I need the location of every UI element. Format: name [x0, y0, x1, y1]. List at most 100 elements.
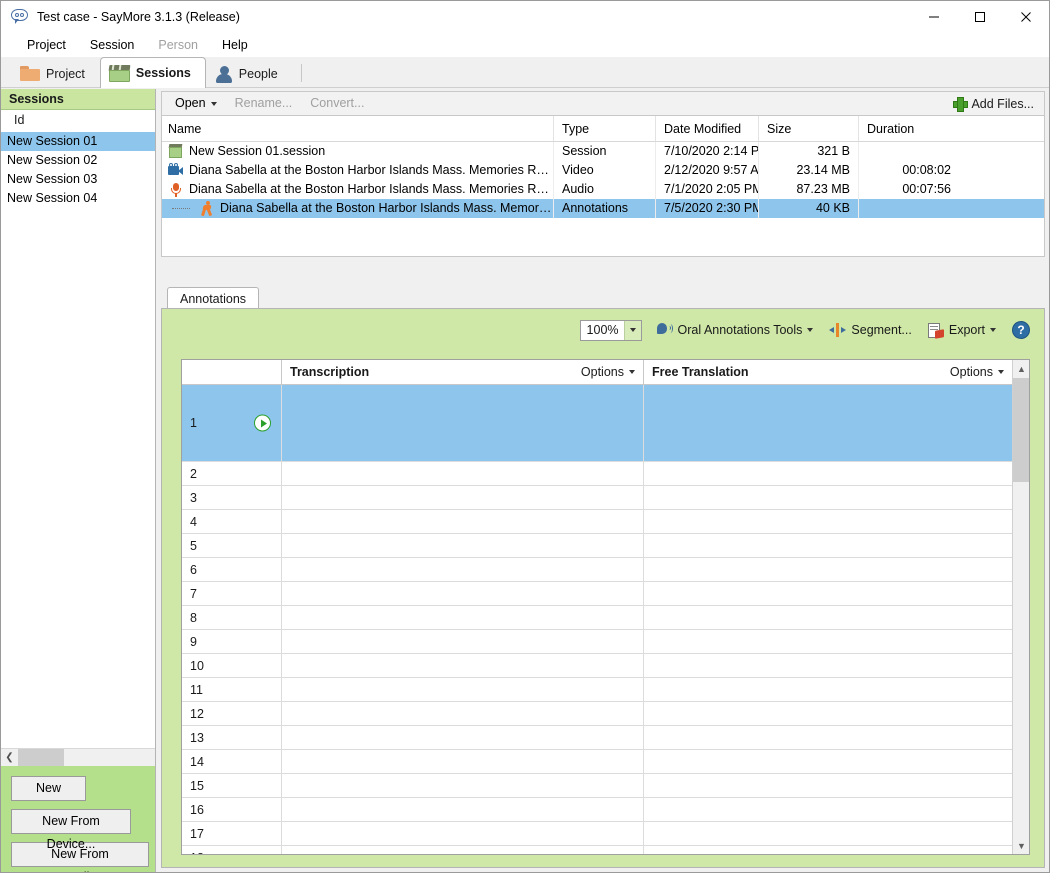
scroll-left-icon[interactable]: ❮: [1, 749, 18, 766]
transcription-cell[interactable]: [282, 702, 644, 725]
free-translation-cell[interactable]: [644, 726, 1012, 749]
transcription-cell[interactable]: [282, 750, 644, 773]
table-row[interactable]: Diana Sabella at the Boston Harbor Islan…: [162, 161, 1044, 180]
transcription-cell[interactable]: [282, 510, 644, 533]
free-translation-cell[interactable]: [644, 385, 1012, 461]
transcription-row[interactable]: 8: [182, 606, 1012, 630]
col-header-duration[interactable]: Duration: [859, 116, 959, 141]
sidebar-item-new-session-03[interactable]: New Session 03: [1, 170, 155, 189]
transcription-cell[interactable]: [282, 582, 644, 605]
free-translation-cell[interactable]: [644, 606, 1012, 629]
transcription-cell[interactable]: [282, 822, 644, 845]
transcription-row[interactable]: 18: [182, 846, 1012, 854]
transcription-cell[interactable]: [282, 462, 644, 485]
col-header-date-modified[interactable]: Date Modified: [656, 116, 759, 141]
transcription-row[interactable]: 16: [182, 798, 1012, 822]
free-translation-cell[interactable]: [644, 798, 1012, 821]
transcription-cell[interactable]: [282, 846, 644, 854]
col-header-type[interactable]: Type: [554, 116, 656, 141]
scroll-up-icon[interactable]: ▲: [1013, 360, 1029, 377]
transcription-row[interactable]: 7: [182, 582, 1012, 606]
sidebar-item-new-session-02[interactable]: New Session 02: [1, 151, 155, 170]
free-translation-cell[interactable]: [644, 822, 1012, 845]
free-translation-cell[interactable]: [644, 630, 1012, 653]
tab-project[interactable]: Project: [11, 59, 100, 88]
help-question-icon[interactable]: ?: [1012, 321, 1030, 339]
chevron-down-icon[interactable]: [623, 320, 641, 340]
col-header-size[interactable]: Size: [759, 116, 859, 141]
transcription-vertical-scrollbar[interactable]: ▲ ▼: [1012, 360, 1029, 854]
transcription-row[interactable]: 4: [182, 510, 1012, 534]
segment-button[interactable]: Segment...: [821, 318, 919, 342]
play-icon[interactable]: [254, 414, 271, 432]
table-row[interactable]: New Session 01.session Session 7/10/2020…: [162, 142, 1044, 161]
free-translation-cell[interactable]: [644, 510, 1012, 533]
col-header-name[interactable]: Name: [162, 116, 554, 141]
transcription-row[interactable]: 5: [182, 534, 1012, 558]
transcription-cell[interactable]: [282, 385, 644, 461]
free-translation-cell[interactable]: [644, 534, 1012, 557]
free-translation-cell[interactable]: [644, 846, 1012, 854]
sidebar-item-new-session-04[interactable]: New Session 04: [1, 189, 155, 208]
transcription-cell[interactable]: [282, 534, 644, 557]
transcription-cell[interactable]: [282, 678, 644, 701]
maximize-button[interactable]: [957, 1, 1003, 33]
table-row[interactable]: Diana Sabella at the Boston Harbor Islan…: [162, 180, 1044, 199]
transcription-cell[interactable]: [282, 726, 644, 749]
zoom-combobox[interactable]: 100%: [579, 319, 642, 341]
transcription-row[interactable]: 14: [182, 750, 1012, 774]
transcription-row[interactable]: 10: [182, 654, 1012, 678]
transcription-row[interactable]: 2: [182, 462, 1012, 486]
menu-project[interactable]: Project: [15, 33, 78, 57]
row-number-label: 1: [190, 416, 197, 430]
menu-help[interactable]: Help: [210, 33, 260, 57]
transcription-cell[interactable]: [282, 486, 644, 509]
transcription-row[interactable]: 13: [182, 726, 1012, 750]
free-translation-cell[interactable]: [644, 558, 1012, 581]
tab-people[interactable]: People: [206, 59, 293, 88]
export-button[interactable]: Export: [920, 318, 1004, 342]
oral-annotations-tools-button[interactable]: Oral Annotations Tools: [648, 318, 822, 342]
minimize-button[interactable]: [911, 1, 957, 33]
transcription-cell[interactable]: [282, 630, 644, 653]
transcription-row[interactable]: 6: [182, 558, 1012, 582]
transcription-row[interactable]: 15: [182, 774, 1012, 798]
tab-annotations[interactable]: Annotations: [167, 287, 260, 310]
new-from-device-button[interactable]: New From Device...: [11, 809, 131, 851]
close-button[interactable]: [1003, 1, 1049, 33]
new-from-recording-button[interactable]: New From Recording...: [11, 842, 149, 872]
transcription-row[interactable]: 11: [182, 678, 1012, 702]
free-translation-cell[interactable]: [644, 462, 1012, 485]
open-button[interactable]: Open: [166, 92, 226, 115]
sidebar-item-new-session-01[interactable]: New Session 01: [1, 132, 155, 151]
scroll-down-icon[interactable]: ▼: [1013, 837, 1029, 854]
free-translation-cell[interactable]: [644, 486, 1012, 509]
menu-session[interactable]: Session: [78, 33, 146, 57]
transcription-row[interactable]: 9: [182, 630, 1012, 654]
scrollbar-thumb[interactable]: [18, 749, 64, 766]
tab-sessions[interactable]: Sessions: [99, 57, 206, 88]
free-translation-cell[interactable]: [644, 750, 1012, 773]
free-translation-cell[interactable]: [644, 774, 1012, 797]
sidebar-horizontal-scrollbar[interactable]: ❮: [1, 748, 155, 766]
transcription-cell[interactable]: [282, 654, 644, 677]
new-button[interactable]: New: [11, 776, 86, 801]
transcription-cell[interactable]: [282, 774, 644, 797]
free-translation-options-button[interactable]: Options: [950, 365, 1004, 379]
transcription-options-button[interactable]: Options: [581, 365, 635, 379]
free-translation-cell[interactable]: [644, 582, 1012, 605]
sidebar-column-header-id[interactable]: Id: [1, 110, 155, 131]
add-files-button[interactable]: Add Files...: [947, 92, 1040, 115]
transcription-cell[interactable]: [282, 558, 644, 581]
transcription-cell[interactable]: [282, 606, 644, 629]
table-row[interactable]: Diana Sabella at the Boston Harbor Islan…: [162, 199, 1044, 218]
free-translation-cell[interactable]: [644, 654, 1012, 677]
transcription-row[interactable]: 17: [182, 822, 1012, 846]
transcription-row[interactable]: 1: [182, 385, 1012, 462]
transcription-cell[interactable]: [282, 798, 644, 821]
transcription-row[interactable]: 12: [182, 702, 1012, 726]
free-translation-cell[interactable]: [644, 702, 1012, 725]
scrollbar-thumb[interactable]: [1013, 378, 1029, 482]
transcription-row[interactable]: 3: [182, 486, 1012, 510]
free-translation-cell[interactable]: [644, 678, 1012, 701]
